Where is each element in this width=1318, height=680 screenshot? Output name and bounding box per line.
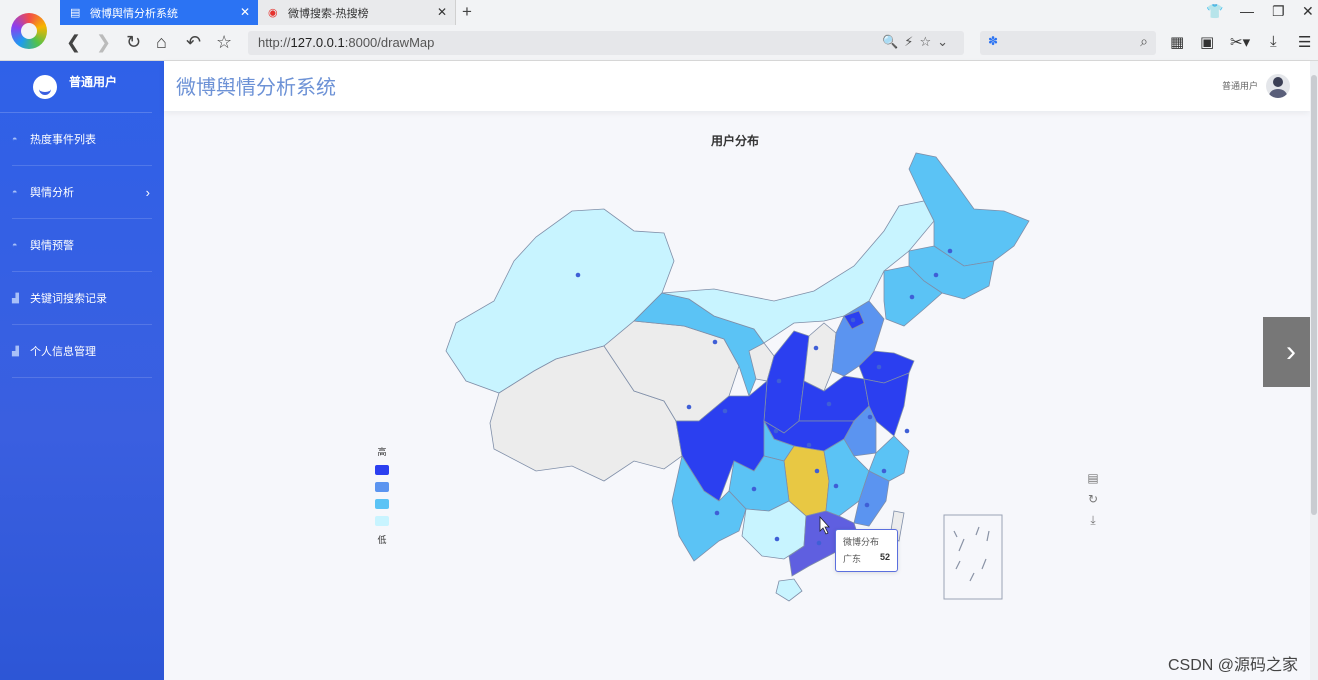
sidebar-item-label: 舆情预警	[30, 240, 74, 252]
dashboard-icon: ◓	[12, 240, 18, 250]
nav-bar: ❮ ❯ ↻ ⌂ ↶ ☆ http://127.0.0.1:8000/drawMa…	[58, 26, 1318, 60]
tooltip-series: 微博分布	[843, 537, 880, 547]
visual-map-legend[interactable]: 高 低	[372, 445, 392, 546]
chart-icon: ▟	[12, 345, 19, 356]
legend-swatch[interactable]	[375, 499, 389, 509]
address-bar[interactable]: http://127.0.0.1:8000/drawMap 🔍⚡☆⌄	[248, 31, 964, 55]
reader-icon[interactable]: ▣	[1200, 33, 1214, 51]
browser-chrome: ▤ 微博舆情分析系统 ✕ ◉ 微博搜索-热搜榜 ✕ + 👕 — ❐ ✕ ❮ ❯ …	[0, 0, 1318, 61]
search-box[interactable]: ✽ ⌕	[980, 31, 1156, 55]
scissors-icon[interactable]: ✂▾	[1230, 33, 1250, 51]
legend-swatch[interactable]	[375, 465, 389, 475]
url-path: :8000/drawMap	[344, 35, 435, 50]
smile-icon	[33, 74, 57, 99]
sidebar-user: 普通用户	[0, 61, 152, 113]
tooltip-value: 52	[879, 552, 890, 562]
tooltip-region: 广东	[843, 554, 862, 564]
tab-weibo-search[interactable]: ◉ 微博搜索-热搜榜 ✕	[258, 0, 456, 25]
legend-swatch[interactable]	[375, 482, 389, 492]
chart-icon: ▟	[12, 292, 19, 303]
forward-icon[interactable]: ❯	[96, 32, 111, 52]
sidebar: 普通用户 ◓ 热度事件列表 ◓ 舆情分析 › ◓ 舆情预警 ▟ 关键词搜索记录 …	[0, 61, 164, 680]
baidu-icon: ✽	[988, 34, 999, 48]
chevron-right-icon: ›	[145, 184, 150, 200]
restore-icon[interactable]: ❐	[1272, 3, 1285, 20]
sidebar-item-keyword-history[interactable]: ▟ 关键词搜索记录	[12, 272, 152, 325]
sidebar-item-analysis[interactable]: ◓ 舆情分析 ›	[12, 166, 152, 219]
china-map[interactable]	[164, 61, 1318, 680]
url-host: 127.0.0.1	[290, 35, 345, 50]
sidebar-item-label: 关键词搜索记录	[30, 293, 107, 305]
home-icon[interactable]: ⌂	[156, 32, 167, 52]
browser-logo[interactable]	[0, 0, 58, 61]
back-icon[interactable]: ❮	[66, 32, 81, 52]
chart-toolbox: ▤ ↻ ⤓	[1086, 468, 1100, 531]
address-tools-icon[interactable]: 🔍⚡☆⌄	[882, 34, 954, 50]
scrollbar[interactable]	[1310, 61, 1318, 680]
close-window-icon[interactable]: ✕	[1302, 3, 1314, 20]
sidebar-username: 普通用户	[69, 75, 118, 89]
scrollbar-thumb[interactable]	[1311, 75, 1317, 515]
download-icon[interactable]: ⤓	[1270, 33, 1277, 50]
dashboard-icon: ◓	[12, 134, 18, 144]
page-icon: ▤	[70, 7, 81, 19]
search-icon[interactable]: ⌕	[1140, 33, 1148, 50]
tab-label: 微博舆情分析系统	[90, 7, 178, 20]
region-shanxi	[803, 322, 837, 392]
legend-high-label: 高	[377, 447, 387, 457]
legend-swatch[interactable]	[375, 516, 389, 526]
undo-icon[interactable]: ↶	[186, 32, 201, 52]
sidebar-item-label: 个人信息管理	[30, 346, 96, 358]
browser-logo-icon	[11, 12, 47, 49]
sidebar-item-profile[interactable]: ▟ 个人信息管理	[12, 325, 152, 378]
main-content: 微博舆情分析系统 普通用户 用户分布 高 低 ▤ ↻ ⤓ 微博分布 广东 52 …	[164, 61, 1318, 680]
sidebar-item-hot-events[interactable]: ◓ 热度事件列表	[12, 113, 152, 166]
chevron-right-icon: ›	[1286, 335, 1296, 368]
map-tooltip: 微博分布 广东 52	[835, 529, 898, 572]
url-prefix: http://	[258, 35, 291, 50]
menu-icon[interactable]: ☰	[1298, 33, 1311, 51]
tab-weibo-system[interactable]: ▤ 微博舆情分析系统 ✕	[60, 0, 258, 25]
legend-low-label: 低	[377, 535, 387, 545]
reload-icon[interactable]: ↻	[126, 32, 141, 52]
apps-icon[interactable]: ▦	[1170, 33, 1184, 51]
sidebar-item-warning[interactable]: ◓ 舆情预警	[12, 219, 152, 272]
save-image-icon[interactable]: ⤓	[1086, 510, 1100, 531]
weibo-icon: ◉	[268, 7, 278, 19]
minimize-icon[interactable]: —	[1240, 3, 1254, 19]
restore-icon[interactable]: ↻	[1086, 489, 1100, 510]
star-icon[interactable]: ☆	[216, 32, 232, 52]
close-icon[interactable]: ✕	[437, 5, 447, 19]
tab-label: 微博搜索-热搜榜	[288, 7, 369, 20]
region-guangxi	[741, 500, 807, 560]
new-tab-icon[interactable]: +	[462, 2, 472, 22]
sidebar-item-label: 热度事件列表	[30, 134, 96, 146]
close-icon[interactable]: ✕	[240, 5, 250, 19]
skin-icon[interactable]: 👕	[1206, 3, 1223, 20]
south-china-sea-inset	[943, 514, 1003, 600]
watermark: CSDN @源码之家	[1168, 657, 1299, 674]
sidebar-item-label: 舆情分析	[30, 187, 74, 199]
data-view-icon[interactable]: ▤	[1086, 468, 1100, 489]
region-hainan	[775, 578, 803, 602]
dashboard-icon: ◓	[12, 187, 18, 197]
